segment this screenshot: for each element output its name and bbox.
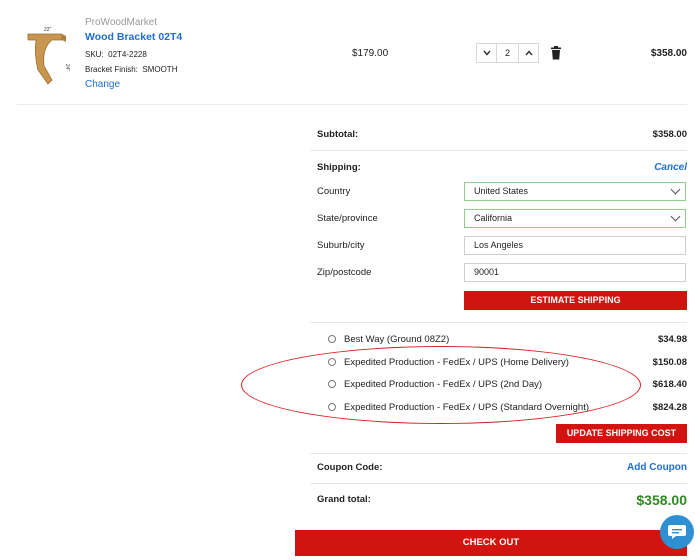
coupon-label: Coupon Code:	[317, 462, 383, 473]
shipping-option-name: Best Way (Ground 08Z2)	[344, 334, 450, 345]
checkout-button[interactable]: CHECK OUT	[295, 530, 687, 556]
radio-button[interactable]	[328, 358, 336, 366]
country-select[interactable]: United States	[464, 182, 686, 201]
product-brand: ProWoodMarket	[85, 17, 158, 28]
estimate-shipping-button[interactable]: ESTIMATE SHIPPING	[464, 291, 687, 310]
unit-price: $179.00	[352, 48, 389, 59]
trash-icon[interactable]	[550, 46, 562, 60]
chevron-up-icon	[524, 50, 533, 56]
subtotal-value: $358.00	[652, 129, 687, 140]
chevron-down-icon	[670, 184, 681, 195]
grand-total-value: $358.00	[636, 492, 687, 508]
divider	[310, 483, 687, 484]
shipping-option-price: $618.40	[652, 379, 687, 390]
zip-label: Zip/postcode	[317, 267, 372, 278]
line-total: $358.00	[650, 48, 687, 59]
chat-icon	[668, 525, 686, 539]
thumb-dimension-top: 22"	[44, 27, 52, 33]
grand-total-label: Grand total:	[317, 494, 371, 505]
shipping-option-price: $34.98	[657, 334, 687, 345]
product-finish: Bracket Finish: SMOOTH	[85, 65, 177, 74]
quantity-value[interactable]: 2	[497, 44, 518, 62]
city-label: Suburb/city	[317, 240, 365, 251]
shipping-label: Shipping:	[317, 162, 361, 173]
subtotal-label: Subtotal:	[317, 129, 359, 140]
product-thumbnail: 22" 24"	[27, 27, 70, 85]
shipping-option-name: Expedited Production - FedEx / UPS (Stan…	[344, 402, 590, 413]
divider	[310, 150, 687, 151]
quantity-stepper: 2	[476, 43, 539, 63]
divider	[310, 453, 687, 454]
sku-value: 02T4-2228	[108, 50, 147, 59]
thumb-dimension-side: 24"	[64, 64, 70, 72]
radio-button[interactable]	[328, 380, 336, 388]
cart-item-row: 22" 24" ProWoodMarket Wood Bracket 02T4 …	[17, 0, 687, 105]
add-coupon-link[interactable]: Add Coupon	[627, 462, 687, 473]
radio-button[interactable]	[328, 403, 336, 411]
shipping-option-name: Expedited Production - FedEx / UPS (Home…	[344, 357, 569, 368]
shipping-option-price: $150.08	[652, 357, 687, 368]
chevron-down-icon	[482, 50, 491, 56]
shipping-option-name: Expedited Production - FedEx / UPS (2nd …	[344, 379, 543, 390]
product-sku: SKU: 02T4-2228	[85, 50, 147, 59]
city-field[interactable]: Los Angeles	[464, 236, 686, 255]
finish-value: SMOOTH	[142, 65, 178, 74]
change-options-link[interactable]: Change	[85, 79, 120, 90]
radio-button[interactable]	[328, 335, 336, 343]
state-label: State/province	[317, 213, 378, 224]
chevron-down-icon	[670, 211, 681, 222]
country-value: United States	[474, 186, 529, 196]
cancel-shipping-link[interactable]: Cancel	[654, 162, 687, 173]
shipping-option-price: $824.28	[652, 402, 687, 413]
country-label: Country	[317, 186, 351, 197]
zip-field[interactable]: 90001	[464, 263, 686, 282]
update-shipping-cost-button[interactable]: UPDATE SHIPPING COST	[556, 424, 687, 443]
increase-quantity-button[interactable]	[518, 44, 538, 62]
sku-label: SKU:	[85, 50, 104, 59]
chat-widget-button[interactable]	[660, 515, 694, 549]
state-value: California	[474, 213, 513, 223]
finish-label: Bracket Finish:	[85, 65, 138, 74]
divider	[310, 322, 687, 323]
state-select[interactable]: California	[464, 209, 686, 228]
decrease-quantity-button[interactable]	[477, 44, 497, 62]
product-name-link[interactable]: Wood Bracket 02T4	[85, 31, 182, 43]
